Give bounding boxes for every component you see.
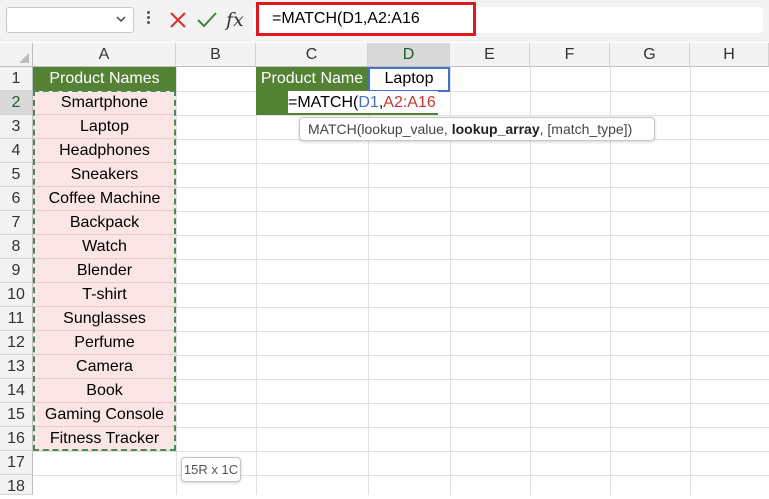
cell-c2[interactable] [256,91,288,115]
tooltip-arg-match-type[interactable]: [match_type] [547,121,627,137]
col-header-h[interactable]: H [690,43,769,67]
row-header-5[interactable]: 5 [0,163,33,187]
chevron-down-icon[interactable] [115,13,127,28]
row-header-7[interactable]: 7 [0,211,33,235]
select-all-corner[interactable] [0,43,33,67]
function-argument-tooltip[interactable]: MATCH(lookup_value, lookup_array, [match… [299,117,655,141]
enter-check-icon[interactable] [194,5,220,35]
row-header-11[interactable]: 11 [0,307,33,331]
row-header-15[interactable]: 15 [0,403,33,427]
cell-a1[interactable]: Product Names [33,67,176,91]
row-header-14[interactable]: 14 [0,379,33,403]
formula-ref-d1: D1 [358,94,379,111]
col-header-g[interactable]: G [610,43,690,67]
col-header-d[interactable]: D [368,43,450,67]
row-header-18[interactable]: 18 [0,475,33,495]
tooltip-arg-lookup-array[interactable]: lookup_array [452,121,540,137]
row-header-17[interactable]: 17 [0,451,33,475]
col-header-b[interactable]: B [176,43,256,67]
row-header-6[interactable]: 6 [0,187,33,211]
cell-c1[interactable]: Product Name [256,67,368,91]
more-options-icon[interactable] [144,9,152,31]
row-header-4[interactable]: 4 [0,139,33,163]
reference-highlight-d1 [368,67,450,92]
row-header-3[interactable]: 3 [0,115,33,139]
row-header-16[interactable]: 16 [0,427,33,451]
col-header-f[interactable]: F [530,43,610,67]
formula-prefix: =MATCH( [288,94,359,111]
tooltip-fn: MATCH( [308,121,362,137]
row-header-8[interactable]: 8 [0,235,33,259]
col-header-e[interactable]: E [450,43,530,67]
formula-text: =MATCH(D1,A2:A16 [272,10,420,27]
insert-function-icon[interactable]: fx [226,5,252,35]
row-header-13[interactable]: 13 [0,355,33,379]
range-selection-marquee [33,90,176,451]
tooltip-separator: , [443,121,452,137]
row-header-2[interactable]: 2 [0,91,33,115]
tooltip-close-paren: ) [627,121,633,137]
col-header-a[interactable]: A [33,43,176,67]
formula-ref-range: A2:A16 [383,94,436,111]
row-header-9[interactable]: 9 [0,259,33,283]
name-box[interactable] [6,7,134,33]
tooltip-arg-lookup-value[interactable]: lookup_value [361,121,444,137]
row-header-10[interactable]: 10 [0,283,33,307]
row-header-12[interactable]: 12 [0,331,33,355]
selection-size-indicator: 15R x 1C [181,457,241,482]
row-header-1[interactable]: 1 [0,67,33,91]
cancel-icon[interactable] [165,5,191,35]
cell-c2-formula-edit[interactable]: =MATCH(D1,A2:A16 [288,91,438,115]
col-header-c[interactable]: C [256,43,368,67]
